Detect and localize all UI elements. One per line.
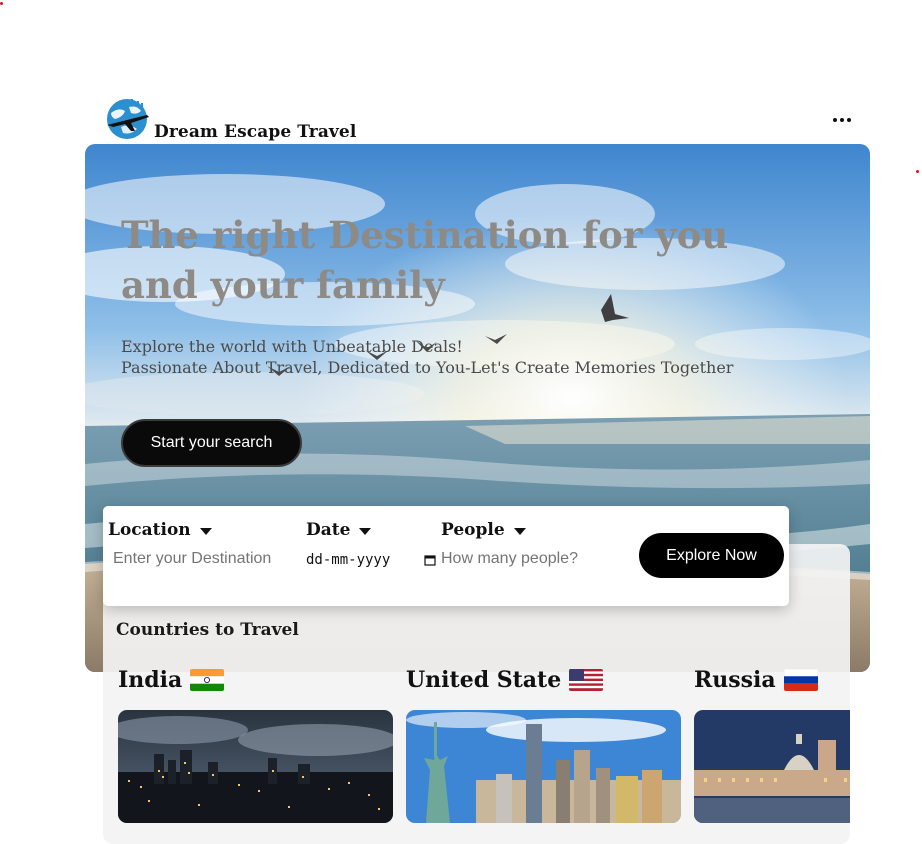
people-input[interactable] — [441, 548, 601, 570]
location-label: Location — [108, 520, 191, 540]
country-name-united-state: United State — [406, 667, 562, 693]
hero-title: The right Destination for you and your f… — [121, 213, 729, 307]
brand-name[interactable]: Dream Escape Travel — [154, 122, 356, 142]
date-dropdown[interactable]: Date — [306, 520, 372, 540]
country-united-state[interactable]: United State — [406, 664, 604, 696]
start-search-button[interactable]: Start your search — [121, 419, 302, 467]
india-flag-icon — [190, 669, 225, 691]
russia-image-card[interactable] — [694, 710, 850, 823]
globe-airplane-icon — [107, 99, 149, 139]
search-bar: Location Date dd-mm-yyyy People Explore … — [103, 506, 789, 606]
red-dot — [0, 2, 3, 5]
location-dropdown[interactable]: Location — [108, 520, 212, 540]
date-label: Date — [306, 520, 351, 540]
india-image-card[interactable] — [118, 710, 393, 823]
people-dropdown[interactable]: People — [441, 520, 526, 540]
country-russia[interactable]: Russia — [694, 664, 818, 696]
usa-flag-icon — [569, 669, 604, 691]
country-india[interactable]: India — [118, 664, 225, 696]
chevron-down-icon — [359, 527, 372, 535]
explore-now-button[interactable]: Explore Now — [639, 533, 784, 578]
countries-title: Countries to Travel — [116, 620, 299, 640]
calendar-icon[interactable] — [424, 554, 436, 566]
brand-logo[interactable] — [101, 93, 153, 141]
country-name-india: India — [118, 667, 183, 693]
russia-flag-icon — [783, 669, 818, 691]
more-dots-icon[interactable] — [830, 110, 854, 126]
country-name-russia: Russia — [694, 667, 776, 693]
chevron-down-icon — [199, 527, 212, 535]
date-input[interactable]: dd-mm-yyyy — [306, 552, 390, 568]
people-label: People — [441, 520, 505, 540]
hero-subtitle-line2: Passionate About Travel, Dedicated to Yo… — [121, 358, 734, 377]
hero-subtitle: Explore the world with Unbeatable Deals!… — [121, 336, 801, 378]
location-input[interactable] — [113, 548, 293, 570]
hero-subtitle-line1: Explore the world with Unbeatable Deals! — [121, 337, 463, 356]
united-state-image-card[interactable] — [406, 710, 681, 823]
red-dot — [916, 170, 919, 173]
chevron-down-icon — [513, 527, 526, 535]
